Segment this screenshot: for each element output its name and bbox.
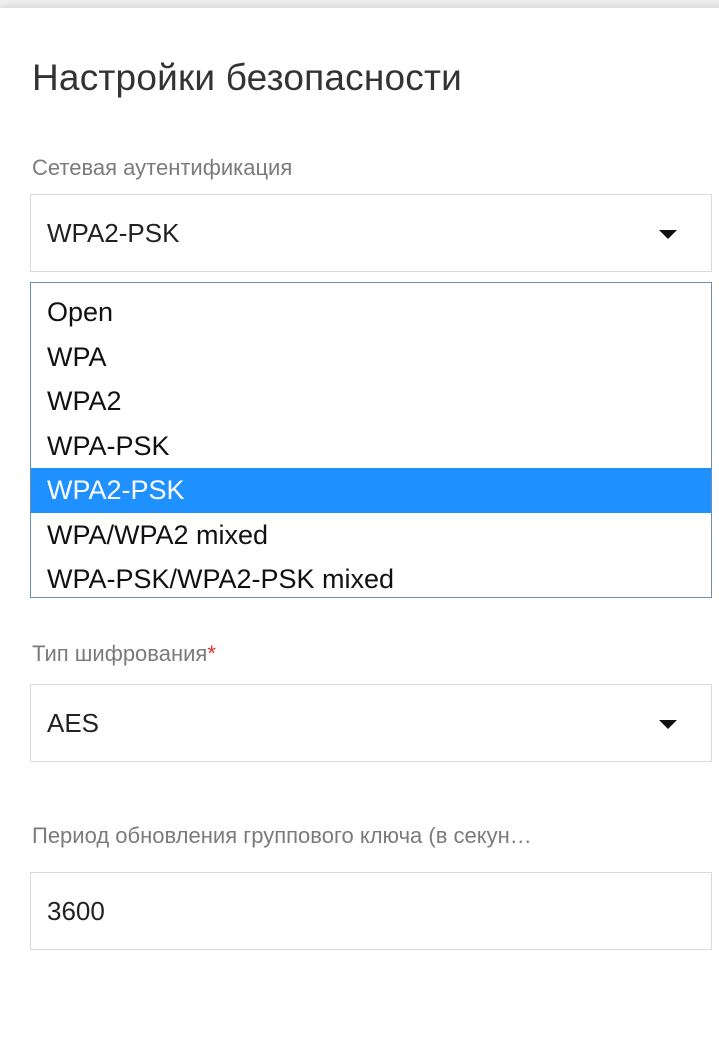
caret-down-icon xyxy=(659,720,677,729)
group-key-input[interactable] xyxy=(30,872,712,950)
section-title: Настройки безопасности xyxy=(32,57,463,98)
auth-option-wpa2[interactable]: WPA2 xyxy=(31,379,711,424)
auth-option-wpa[interactable]: WPA xyxy=(31,335,711,380)
encryption-select-value: AES xyxy=(47,708,100,738)
auth-option-wpa-psk-wpa2-psk-mixed[interactable]: WPA-PSK/WPA2-PSK mixed xyxy=(31,557,711,602)
auth-dropdown-list[interactable]: Open WPA WPA2 WPA-PSK WPA2-PSK WPA/WPA2 … xyxy=(30,282,712,598)
auth-select-value: WPA2-PSK xyxy=(47,218,180,248)
auth-option-wpa-psk[interactable]: WPA-PSK xyxy=(31,424,711,469)
auth-option-wpa2-psk[interactable]: WPA2-PSK xyxy=(31,468,711,513)
required-star: * xyxy=(207,641,216,666)
auth-option-open[interactable]: Open xyxy=(31,290,711,335)
encryption-label: Тип шифрования* xyxy=(32,640,216,668)
encryption-select[interactable]: AES xyxy=(30,684,712,762)
group-key-label: Период обновления группового ключа (в се… xyxy=(32,823,532,848)
security-settings-card: Настройки безопасности Сетевая аутентифи… xyxy=(0,8,719,1038)
auth-select[interactable]: WPA2-PSK xyxy=(30,194,712,272)
encryption-label-text: Тип шифрования xyxy=(32,641,208,666)
caret-down-icon xyxy=(659,230,677,239)
auth-option-wpa-wpa2-mixed[interactable]: WPA/WPA2 mixed xyxy=(31,513,711,558)
auth-label: Сетевая аутентификация xyxy=(32,155,293,180)
